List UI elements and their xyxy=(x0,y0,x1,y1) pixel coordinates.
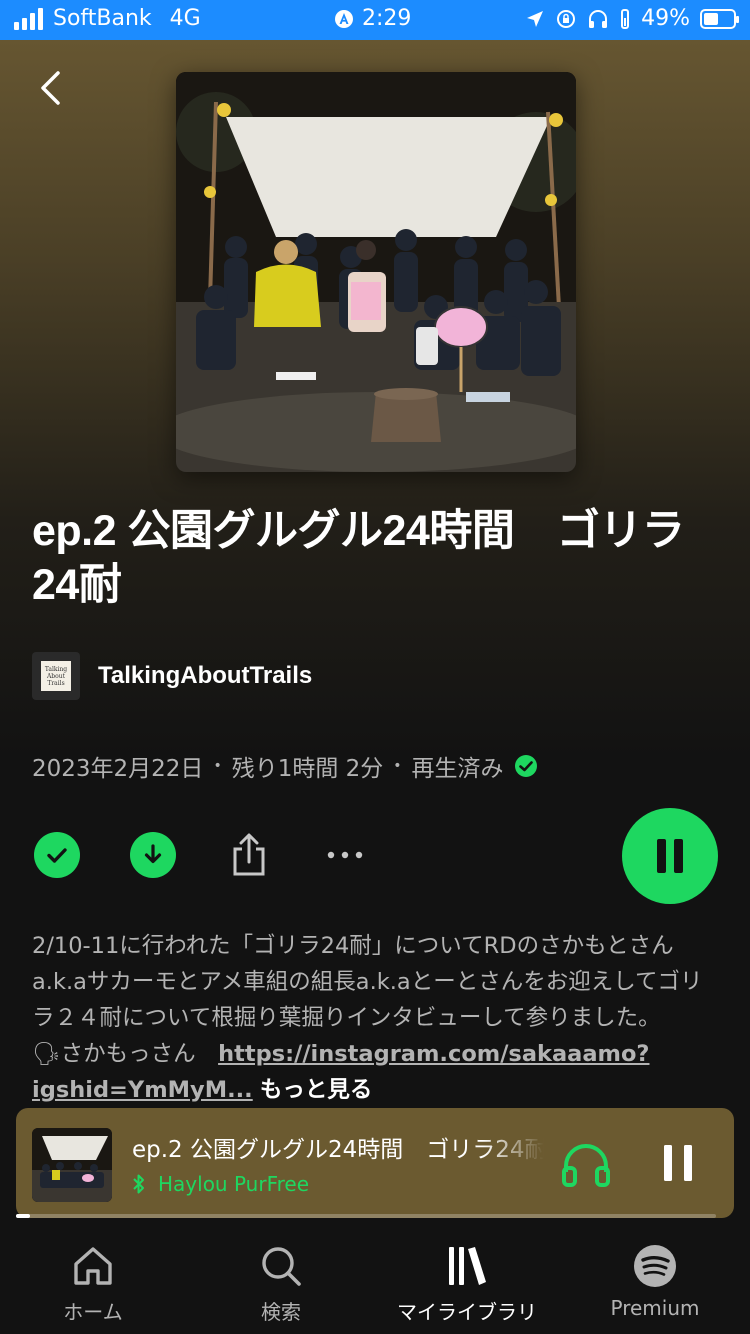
status-bar: SoftBank 4G 2:29 49% xyxy=(0,0,750,40)
share-icon xyxy=(233,833,265,876)
episode-cover-art xyxy=(176,72,576,472)
episode-meta: 2023年2月22日 • 残り1時間 2分 • 再生済み xyxy=(32,749,538,783)
library-icon xyxy=(449,1247,486,1285)
show-name[interactable]: TalkingAboutTrails xyxy=(98,662,312,690)
nav-item-premium[interactable]: Premium xyxy=(570,1244,740,1320)
download-button[interactable] xyxy=(128,830,178,880)
network-type: 4G xyxy=(169,6,201,31)
played-status: 再生済み xyxy=(411,756,504,782)
headphones-status-icon xyxy=(589,9,608,28)
show-thumbnail: Talking About Trails xyxy=(32,652,80,700)
location-a-icon xyxy=(335,9,353,28)
release-date: 2023年2月22日 xyxy=(32,756,204,782)
nav-label: マイライブラリ xyxy=(397,1300,537,1324)
mini-player-progress[interactable] xyxy=(16,1214,716,1218)
battery-percent: 49% xyxy=(641,6,690,31)
connected-device[interactable]: Haylou PurFree xyxy=(132,1172,309,1196)
more-options-button[interactable] xyxy=(320,830,370,880)
time-remaining: 残り1時間 2分 xyxy=(231,756,384,782)
signal-icon xyxy=(14,7,43,30)
show-thumbnail-text: Talking About Trails xyxy=(41,661,71,691)
clock: 2:29 xyxy=(362,6,412,31)
nav-label: Premium xyxy=(610,1296,700,1320)
check-icon xyxy=(47,848,67,863)
nav-item-library[interactable]: マイライブラリ xyxy=(382,1244,552,1325)
search-icon xyxy=(262,1247,301,1286)
separator-dot: • xyxy=(213,758,222,774)
mark-played-button[interactable] xyxy=(32,830,82,880)
nav-item-search[interactable]: 検索 xyxy=(196,1244,366,1325)
show-link[interactable]: Talking About Trails TalkingAboutTrails xyxy=(32,652,312,700)
location-arrow-icon xyxy=(527,10,544,27)
played-check-icon xyxy=(514,755,537,777)
show-more-button[interactable]: もっと見る xyxy=(260,1077,373,1103)
home-icon xyxy=(74,1247,112,1285)
separator-dot: • xyxy=(393,758,402,774)
headphones-icon xyxy=(562,1144,610,1187)
device-name: Haylou PurFree xyxy=(158,1172,310,1196)
progress-fill xyxy=(16,1214,30,1218)
mini-player[interactable]: ep.2 公園グルグル24時間 ゴリラ24耐 Haylou PurFree xyxy=(16,1108,734,1218)
battery-bars-icon xyxy=(621,8,630,29)
share-button[interactable] xyxy=(224,830,274,880)
battery-icon xyxy=(700,8,739,29)
pause-icon xyxy=(664,1145,692,1181)
spotify-icon xyxy=(634,1245,676,1287)
back-button[interactable] xyxy=(30,66,70,110)
download-icon xyxy=(144,844,162,864)
more-icon xyxy=(327,851,363,859)
mini-player-pause-button[interactable] xyxy=(656,1140,700,1186)
episode-actions xyxy=(32,808,722,930)
mini-player-artwork xyxy=(32,1128,112,1202)
mini-player-title: ep.2 公園グルグル24時間 ゴリラ24耐 xyxy=(132,1137,544,1163)
nav-item-home[interactable]: ホーム xyxy=(8,1244,178,1325)
bluetooth-icon xyxy=(133,1174,144,1194)
battery-level xyxy=(704,12,718,25)
episode-title: ep.2 公園グルグル24時間 ゴリラ24耐 xyxy=(32,507,685,609)
carrier-name: SoftBank xyxy=(53,6,152,31)
episode-description: 2/10-11に行われた「ゴリラ24耐」についてRDのさかもとさんa.k.aサカ… xyxy=(32,928,722,1108)
pause-icon xyxy=(657,839,683,873)
nav-label: ホーム xyxy=(63,1300,123,1324)
chevron-left-icon xyxy=(41,71,60,105)
nav-label: 検索 xyxy=(261,1300,301,1324)
rotation-lock-icon xyxy=(557,9,576,28)
play-pause-button[interactable] xyxy=(622,808,718,904)
connect-device-button[interactable] xyxy=(560,1140,612,1188)
bottom-navigation: ホーム 検索 マイライブラリ Premium xyxy=(0,1224,750,1334)
